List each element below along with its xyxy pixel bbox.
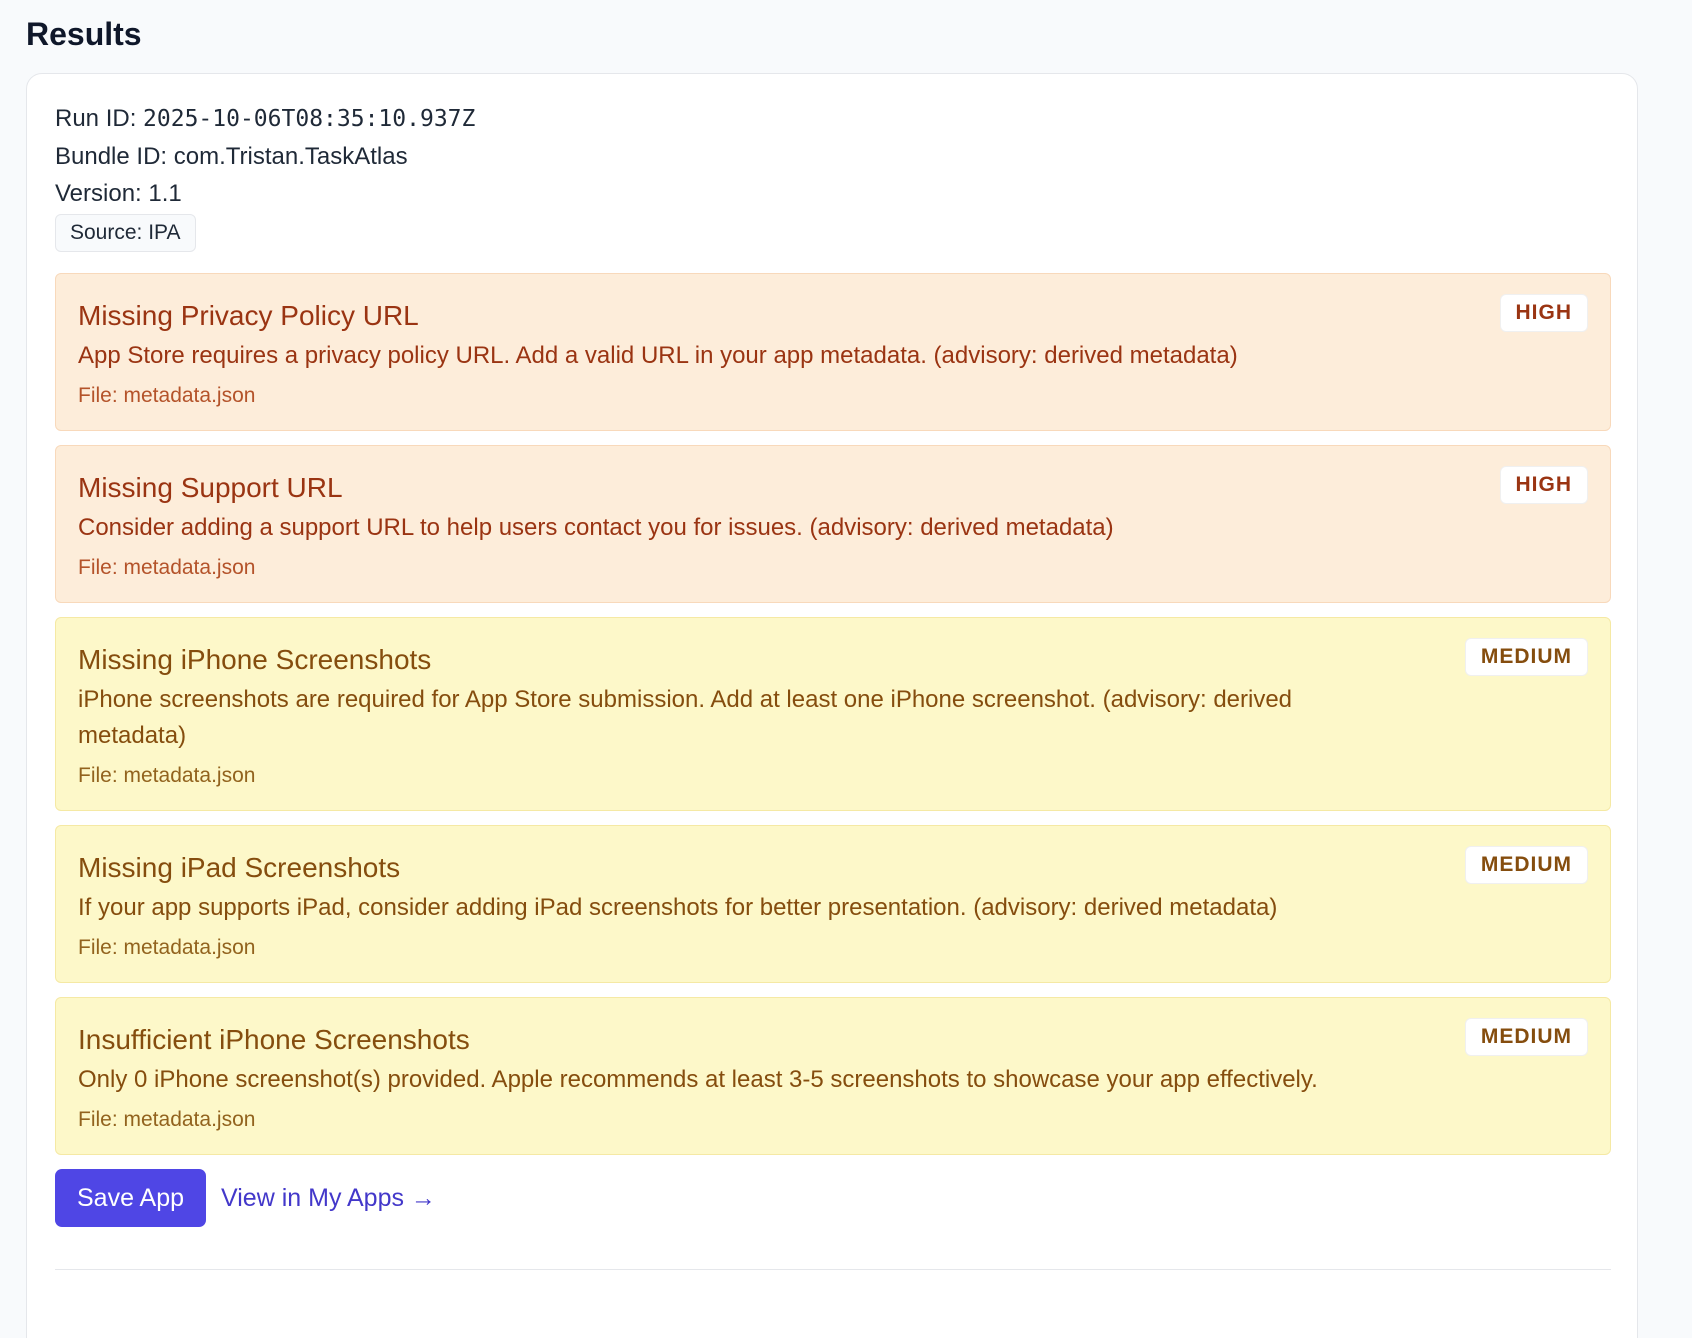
issue-file: File: metadata.json bbox=[78, 936, 256, 959]
issue-title: Missing Support URL bbox=[78, 472, 343, 503]
severity-badge: HIGH bbox=[1499, 294, 1588, 332]
issue-card: MEDIUM Insufficient iPhone Screenshots O… bbox=[55, 997, 1611, 1155]
issue-description: Consider adding a support URL to help us… bbox=[78, 514, 1114, 541]
issue-description: Only 0 iPhone screenshot(s) provided. Ap… bbox=[78, 1066, 1318, 1093]
version-line: Version: 1.1 bbox=[55, 175, 1609, 212]
bundle-id-label: Bundle ID: bbox=[55, 143, 174, 170]
issue-card: HIGH Missing Support URL Consider adding… bbox=[55, 445, 1611, 603]
page-title: Results bbox=[26, 16, 142, 52]
source-badge: Source: IPA bbox=[55, 214, 196, 252]
action-bar: Save App View in My Apps → bbox=[55, 1169, 1609, 1227]
issue-title: Missing iPad Screenshots bbox=[78, 852, 401, 883]
run-id-value: 2025-10-06T08:35:10.937Z bbox=[143, 106, 476, 132]
results-page: Results Run ID: 2025-10-06T08:35:10.937Z… bbox=[0, 0, 1692, 1338]
issue-card: MEDIUM Missing iPhone Screenshots iPhone… bbox=[55, 617, 1611, 811]
issue-file: File: metadata.json bbox=[78, 1108, 256, 1131]
run-id-label: Run ID: bbox=[55, 105, 144, 132]
severity-badge: MEDIUM bbox=[1464, 1018, 1588, 1056]
version-label: Version: bbox=[55, 180, 149, 207]
issue-file: File: metadata.json bbox=[78, 556, 256, 579]
issue-file: File: metadata.json bbox=[78, 764, 256, 787]
issue-list: HIGH Missing Privacy Policy URL App Stor… bbox=[55, 273, 1611, 1155]
severity-badge: MEDIUM bbox=[1464, 638, 1588, 676]
divider bbox=[55, 1269, 1611, 1270]
issue-title: Missing iPhone Screenshots bbox=[78, 644, 432, 675]
issue-card: MEDIUM Missing iPad Screenshots If your … bbox=[55, 825, 1611, 983]
issue-file: File: metadata.json bbox=[78, 384, 256, 407]
view-in-my-apps-link[interactable]: View in My Apps → bbox=[221, 1184, 436, 1213]
issue-description: If your app supports iPad, consider addi… bbox=[78, 894, 1278, 921]
version-value: 1.1 bbox=[148, 180, 182, 207]
issue-card: HIGH Missing Privacy Policy URL App Stor… bbox=[55, 273, 1611, 431]
issue-title: Missing Privacy Policy URL bbox=[78, 300, 419, 331]
bundle-id-line: Bundle ID: com.Tristan.TaskAtlas bbox=[55, 138, 1609, 175]
issue-title: Insufficient iPhone Screenshots bbox=[78, 1024, 470, 1055]
issue-description: App Store requires a privacy policy URL.… bbox=[78, 342, 1238, 369]
bundle-id-value: com.Tristan.TaskAtlas bbox=[173, 143, 408, 170]
save-app-button[interactable]: Save App bbox=[55, 1169, 207, 1227]
run-id-line: Run ID: 2025-10-06T08:35:10.937Z bbox=[55, 100, 1609, 138]
severity-badge: HIGH bbox=[1499, 466, 1588, 504]
issue-description: iPhone screenshots are required for App … bbox=[78, 686, 1293, 749]
severity-badge: MEDIUM bbox=[1464, 846, 1588, 884]
results-panel: Run ID: 2025-10-06T08:35:10.937Z Bundle … bbox=[26, 73, 1638, 1338]
